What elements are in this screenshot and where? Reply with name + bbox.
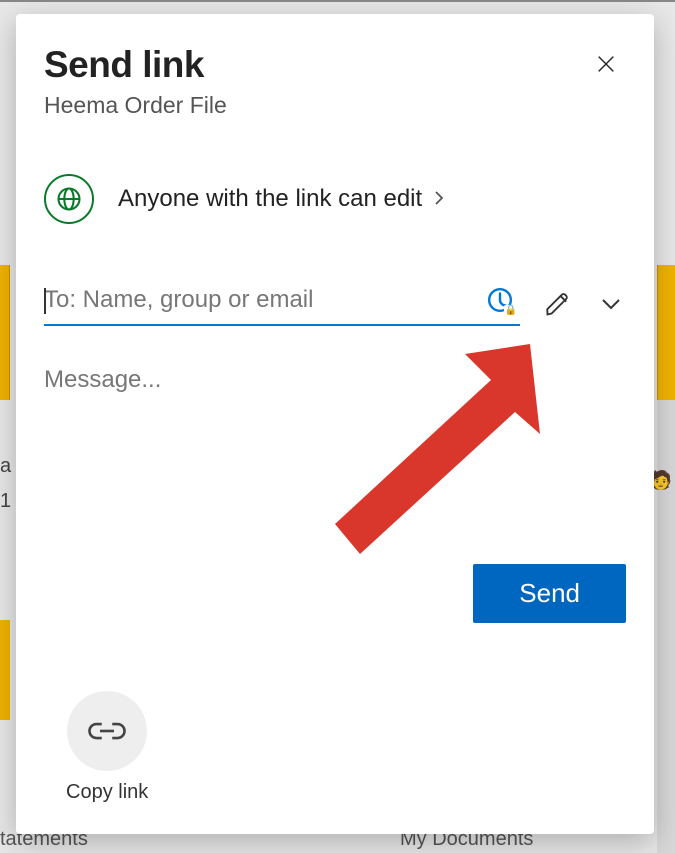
link-scope-label: Anyone with the link can edit (118, 185, 422, 212)
link-icon (86, 715, 128, 747)
edit-permissions-button[interactable] (540, 286, 576, 322)
bg-panel-right (657, 400, 675, 853)
message-input[interactable] (44, 366, 626, 496)
send-button[interactable]: Send (473, 564, 626, 623)
close-button[interactable] (586, 44, 626, 84)
chevron-down-icon (601, 297, 621, 311)
globe-icon (44, 174, 94, 224)
dialog-title: Send link (44, 44, 227, 86)
text-caret (44, 288, 46, 314)
pencil-icon (544, 290, 572, 318)
permissions-dropdown-button[interactable] (596, 289, 626, 319)
close-icon (595, 53, 617, 75)
bg-folder-right (657, 265, 675, 400)
recipient-input[interactable] (44, 282, 486, 318)
copy-link-label: Copy link (66, 781, 148, 804)
bg-left-frag-1: 1 (0, 490, 11, 513)
link-settings-button[interactable]: Anyone with the link can edit (44, 174, 626, 224)
window-top-border (0, 0, 675, 2)
lock-icon: 🔒 (504, 305, 518, 317)
bg-folder-left-bottom (0, 620, 10, 720)
copy-link-button[interactable]: Copy link (66, 691, 148, 804)
contacts-picker-icon[interactable]: 🔒 (486, 286, 514, 314)
chevron-right-icon (433, 185, 445, 212)
dialog-subtitle: Heema Order File (44, 92, 227, 119)
send-link-dialog: Send link Heema Order File Anyone with t… (16, 14, 654, 834)
bg-folder-left-top (0, 265, 10, 400)
recipient-field-wrap[interactable]: 🔒 (44, 282, 520, 326)
bg-left-frag-a: a (0, 455, 11, 478)
